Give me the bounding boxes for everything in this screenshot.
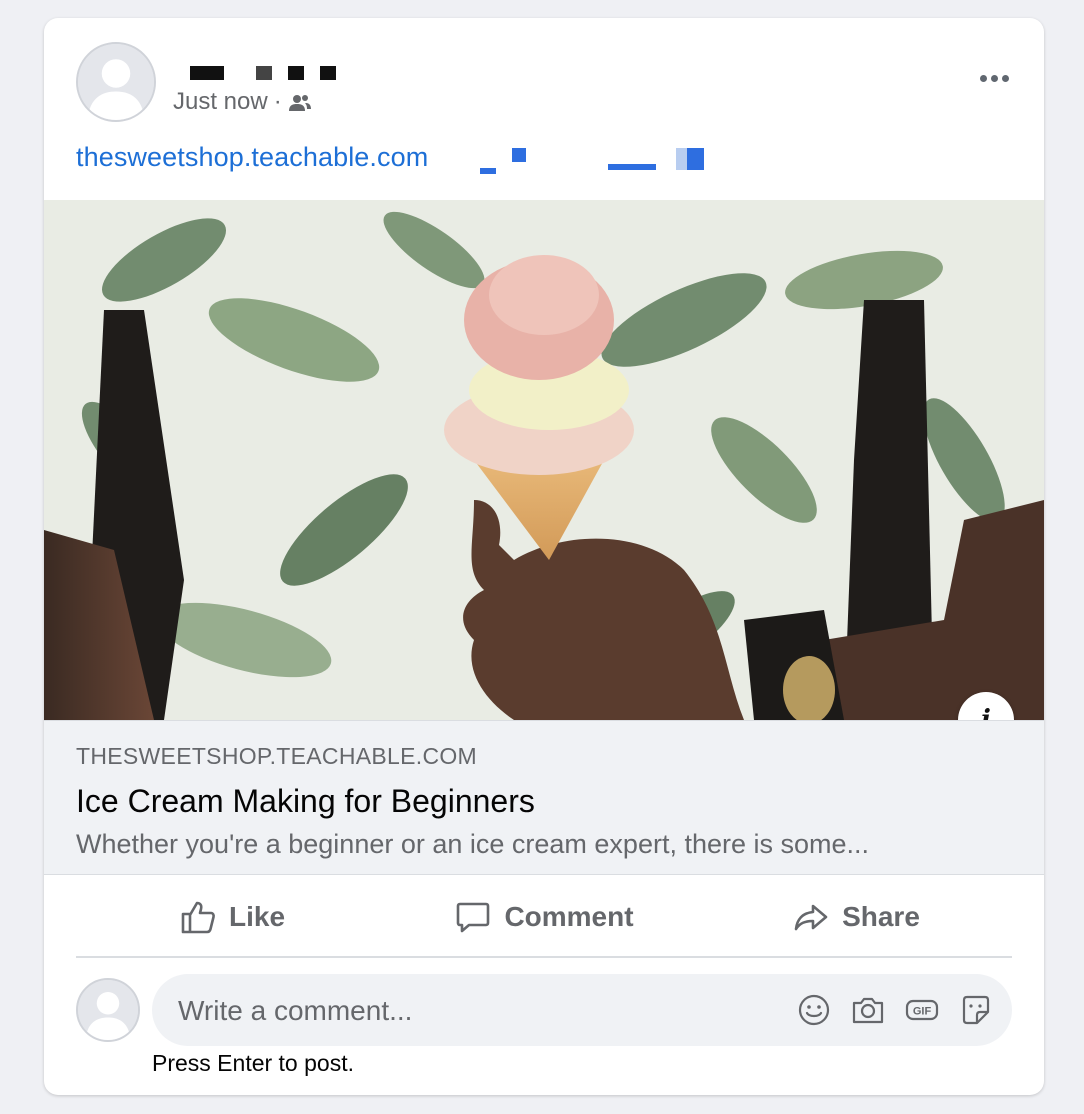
link-preview-title: Ice Cream Making for Beginners: [76, 783, 535, 819]
like-button[interactable]: Like: [76, 878, 388, 956]
more-horizontal-icon: [979, 74, 987, 82]
share-button[interactable]: Share: [700, 878, 1012, 956]
link-redacted: [676, 148, 704, 170]
commenter-avatar[interactable]: [76, 978, 140, 1042]
meta-separator: ·: [273, 88, 282, 115]
link-redacted: [512, 148, 526, 162]
like-label: Like: [228, 901, 286, 932]
sticker-icon[interactable]: [958, 992, 994, 1028]
link-preview-domain: THESWEETSHOP.TEACHABLE.COM: [76, 743, 478, 769]
gif-icon[interactable]: GIF: [904, 992, 940, 1028]
comment-box: GIF: [152, 974, 1012, 1048]
comment-label: Comment: [504, 901, 634, 932]
post-card: Just now · thesweetshop.teachable.com TH…: [44, 18, 1044, 1095]
share-label: Share: [842, 901, 920, 932]
post-time[interactable]: Just now: [173, 88, 268, 116]
emoji-icon[interactable]: [796, 992, 832, 1028]
friends-icon[interactable]: [288, 92, 312, 112]
comment-button[interactable]: Comment: [388, 878, 700, 956]
link-redacted: [608, 164, 656, 170]
author-avatar[interactable]: [76, 42, 156, 122]
more-options-button[interactable]: [974, 66, 1014, 90]
link-preview-description: Whether you're a beginner or an ice crea…: [76, 829, 870, 859]
post-actions-bar: Like Comment Share: [76, 878, 1012, 958]
author-name-redacted[interactable]: [190, 66, 340, 80]
post-link[interactable]: thesweetshop.teachable.com: [76, 142, 428, 173]
share-icon: [794, 904, 828, 931]
post-meta: Just now ·: [173, 88, 312, 116]
press-enter-hint: Press Enter to post.: [152, 1050, 354, 1076]
comment-tools: GIF: [796, 992, 994, 1028]
svg-text:GIF: GIF: [913, 1006, 932, 1018]
link-preview[interactable]: THESWEETSHOP.TEACHABLE.COM Ice Cream Mak…: [44, 720, 1044, 875]
camera-icon[interactable]: [850, 992, 886, 1028]
link-redacted: [480, 168, 496, 174]
comment-icon: [457, 902, 490, 933]
comment-input[interactable]: [176, 974, 760, 1048]
thumbs-up-icon: [181, 901, 215, 934]
link-preview-image[interactable]: [44, 200, 1044, 720]
